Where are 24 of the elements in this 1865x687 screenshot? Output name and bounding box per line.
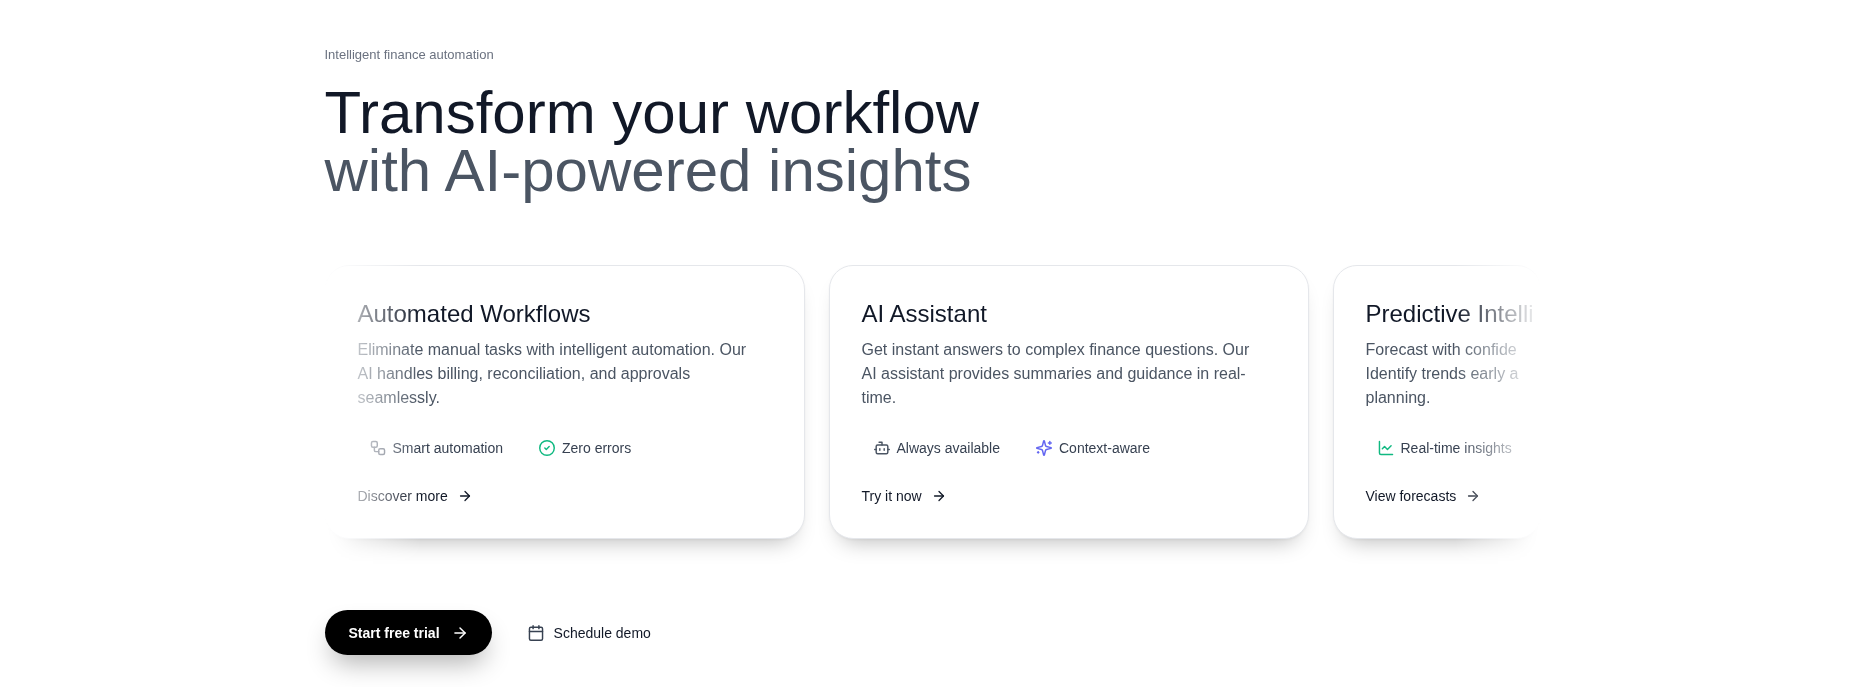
card-link[interactable]: Discover more [357,486,472,506]
calendar-icon [527,624,544,641]
card-description: Eliminate manual tasks with intelligent automation. Our AI handles billing, reconciliation, and approvals seamlessly. [357,340,748,408]
sparkles-icon [1036,440,1052,456]
card-description: Get instant answers to complex finance questions. Our AI assistant provides summaries and guidance in real-time. [861,340,1251,408]
card-title: Automated Workflows [357,299,592,329]
card-title: AI Assistant [861,299,988,329]
bot-icon [873,440,890,456]
card-link[interactable]: View forecasts [1365,486,1481,506]
tag-label: Always available [896,439,1000,458]
schedule-demo-button[interactable]: Schedule demo [515,610,663,655]
workflow-icon [369,440,386,456]
tag-label: Real-time insights [1400,439,1512,458]
arrow-right-icon [1466,489,1481,503]
eyebrow-text: Intelligent finance automation [324,46,495,64]
tag-label: Context-aware [1059,439,1151,458]
tag-label: Zero errors [562,439,632,458]
arrow-right-icon [457,489,472,503]
card-link[interactable]: Try it now [861,486,946,506]
tag-label: Smart automation [392,439,503,458]
line-chart-icon [1377,440,1394,456]
check-circle-icon [539,440,555,456]
start-trial-button[interactable]: Start free trial [324,610,492,655]
arrow-right-icon [931,489,946,503]
